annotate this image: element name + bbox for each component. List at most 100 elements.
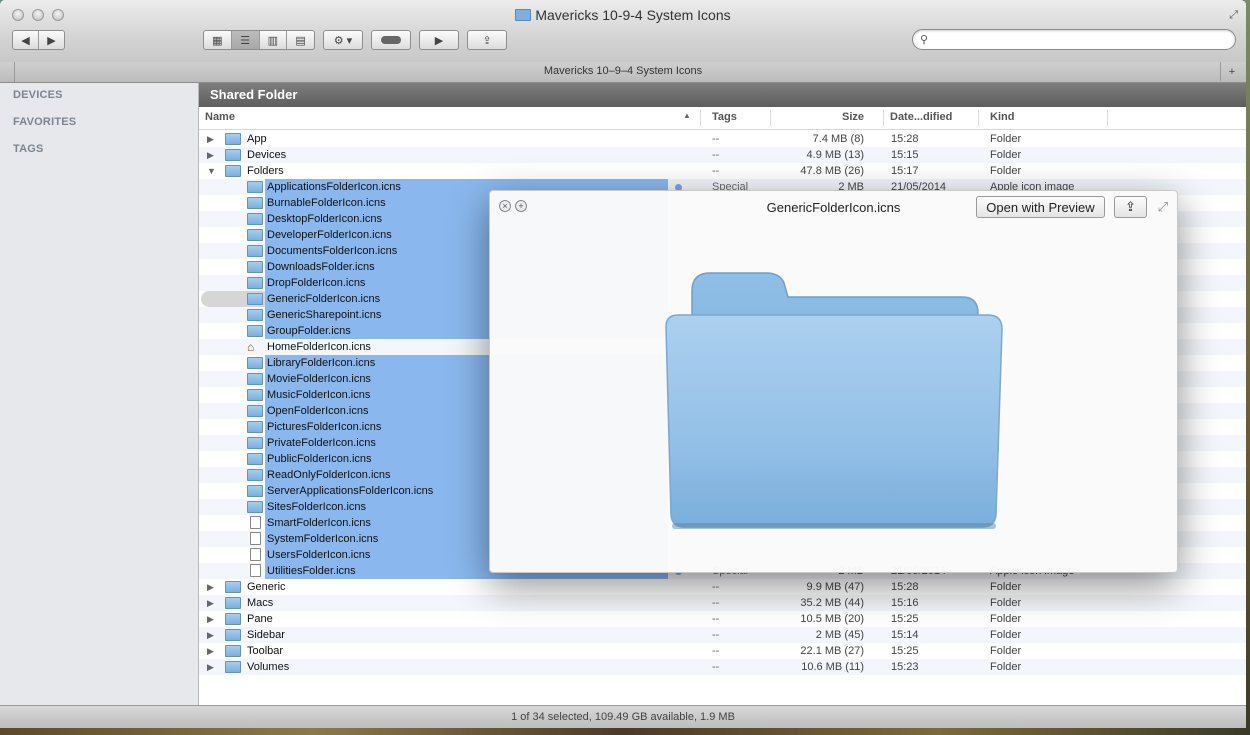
row-date: 15:25	[891, 613, 919, 625]
music-folder-icon	[247, 389, 263, 401]
sidebar-section-tags[interactable]: TAGS	[13, 143, 44, 155]
back-forward-control: ◀ ▶	[12, 30, 65, 50]
tab-title[interactable]: Mavericks 10–9–4 System Icons	[0, 65, 1246, 77]
disclosure-triangle-icon[interactable]: ▶	[207, 595, 214, 611]
share-button[interactable]: ⇪	[467, 30, 507, 50]
row-name: DesktopFolderIcon.icns	[267, 213, 382, 225]
list-view-button[interactable]: ☰	[231, 31, 260, 49]
row-name: App	[247, 133, 267, 145]
eye-icon: ▶	[434, 34, 444, 47]
table-row[interactable]: ▶ App -- 7.4 MB (8) 15:28 Folder	[199, 131, 1246, 147]
file-icon	[250, 564, 261, 577]
table-row[interactable]: ▶ Pane -- 10.5 MB (20) 15:25 Folder	[199, 611, 1246, 627]
row-kind: Folder	[990, 645, 1022, 657]
readonly-folder-icon	[247, 469, 263, 481]
sites-folder-icon	[247, 501, 263, 513]
window-title: Mavericks 10-9-4 System Icons	[535, 7, 731, 23]
action-menu-button[interactable]: ⚙ ▾	[323, 30, 363, 50]
row-name: Folders	[247, 165, 284, 177]
row-name: PublicFolderIcon.icns	[267, 453, 372, 465]
folder-icon	[515, 9, 532, 21]
movie-folder-icon	[247, 373, 263, 385]
tags-button[interactable]	[371, 30, 411, 50]
row-date: 15:16	[891, 597, 919, 609]
folder-icon	[225, 629, 241, 641]
disclosure-triangle-icon[interactable]: ▶	[207, 659, 214, 675]
row-date: 15:15	[891, 149, 919, 161]
desktop-background-bottom	[0, 728, 1250, 735]
row-size: 2 MB (45)	[815, 629, 864, 641]
share-icon: ⇪	[482, 34, 492, 47]
row-kind: Folder	[990, 581, 1022, 593]
row-kind: Folder	[990, 661, 1022, 673]
table-row[interactable]: ▶ Sidebar -- 2 MB (45) 15:14 Folder	[199, 627, 1246, 643]
table-row[interactable]: ▼ Folders -- 47.8 MB (26) 15:17 Folder	[199, 163, 1246, 179]
disclosure-triangle-icon[interactable]: ▶	[207, 579, 214, 595]
new-tab-button[interactable]: +	[1220, 62, 1243, 81]
table-row[interactable]: ▶ Generic -- 9.9 MB (47) 15:28 Folder	[199, 579, 1246, 595]
sort-ascending-icon: ▲	[683, 111, 691, 120]
window-title-wrap: Mavericks 10-9-4 System Icons	[0, 7, 1246, 23]
disclosure-triangle-icon[interactable]: ▶	[207, 147, 214, 163]
column-date[interactable]: Date...dified	[890, 111, 952, 123]
row-name: LibraryFolderIcon.icns	[267, 357, 376, 369]
column-size[interactable]: Size	[842, 111, 864, 123]
documents-folder-icon	[247, 245, 263, 257]
burnable-folder-icon	[247, 197, 263, 209]
row-kind: Folder	[990, 597, 1022, 609]
row-name: GenericSharepoint.icns	[267, 309, 382, 321]
view-mode-control: ▦ ☰ ▥ ▤	[203, 30, 315, 50]
table-row[interactable]: ▶ Volumes -- 10.6 MB (11) 15:23 Folder	[199, 659, 1246, 675]
folder-icon	[225, 661, 241, 673]
quicklook-button[interactable]: ▶	[419, 30, 459, 50]
row-name: SystemFolderIcon.icns	[267, 533, 379, 545]
pictures-folder-icon	[247, 421, 263, 433]
row-size: 7.4 MB (8)	[812, 133, 864, 145]
search-icon: ⚲	[920, 34, 929, 46]
row-tags: --	[712, 629, 720, 641]
table-row[interactable]: ▶ Macs -- 35.2 MB (44) 15:16 Folder	[199, 595, 1246, 611]
row-name: SitesFolderIcon.icns	[267, 501, 367, 513]
disclosure-triangle-icon[interactable]: ▶	[207, 643, 214, 659]
row-name: PicturesFolderIcon.icns	[267, 421, 382, 433]
sidebar-section-devices[interactable]: DEVICES	[13, 89, 63, 101]
sidebar-section-favorites[interactable]: FAVORITES	[13, 116, 76, 128]
disclosure-triangle-icon[interactable]: ▶	[207, 131, 214, 147]
row-name: ReadOnlyFolderIcon.icns	[267, 469, 391, 481]
column-name[interactable]: Name	[205, 111, 235, 123]
disclosure-triangle-icon[interactable]: ▶	[207, 627, 214, 643]
disclosure-triangle-icon[interactable]: ▶	[207, 611, 214, 627]
path-header: Shared Folder	[199, 83, 1246, 107]
column-view-button[interactable]: ▥	[260, 31, 288, 49]
drop-folder-icon	[247, 277, 263, 289]
open-with-preview-button[interactable]: Open with Preview	[976, 196, 1105, 218]
row-name: PrivateFolderIcon.icns	[267, 437, 376, 449]
fullscreen-icon[interactable]: ⤢	[1229, 9, 1238, 22]
path-header-label: Shared Folder	[210, 87, 298, 102]
table-row[interactable]: ▶ Devices -- 4.9 MB (13) 15:15 Folder	[199, 147, 1246, 163]
row-date: 15:17	[891, 165, 919, 177]
row-name: GroupFolder.icns	[267, 325, 351, 337]
icon-view-button[interactable]: ▦	[204, 31, 232, 49]
coverflow-view-button[interactable]: ▤	[287, 31, 314, 49]
share-icon: ⇪	[1125, 199, 1136, 214]
row-kind: Folder	[990, 149, 1022, 161]
expand-icon[interactable]: ⤢	[1158, 199, 1168, 215]
share-button[interactable]: ⇪	[1114, 196, 1147, 218]
column-tags[interactable]: Tags	[712, 111, 737, 123]
row-name: HomeFolderIcon.icns	[267, 341, 371, 353]
row-date: 15:25	[891, 645, 919, 657]
table-row[interactable]: ▶ Toolbar -- 22.1 MB (27) 15:25 Folder	[199, 643, 1246, 659]
tab-bar: Mavericks 10–9–4 System Icons +	[0, 62, 1246, 83]
row-name: Macs	[247, 597, 274, 609]
home-icon: ⌂	[247, 340, 255, 354]
row-size: 22.1 MB (27)	[800, 645, 864, 657]
row-name: MovieFolderIcon.icns	[267, 373, 371, 385]
back-button[interactable]: ◀	[13, 31, 39, 49]
column-kind[interactable]: Kind	[990, 111, 1014, 123]
search-input[interactable]: ⚲	[912, 29, 1236, 50]
forward-button[interactable]: ▶	[39, 31, 64, 49]
row-kind: Folder	[990, 613, 1022, 625]
folder-icon	[225, 613, 241, 625]
disclosure-triangle-open-icon[interactable]: ▼	[207, 163, 216, 179]
